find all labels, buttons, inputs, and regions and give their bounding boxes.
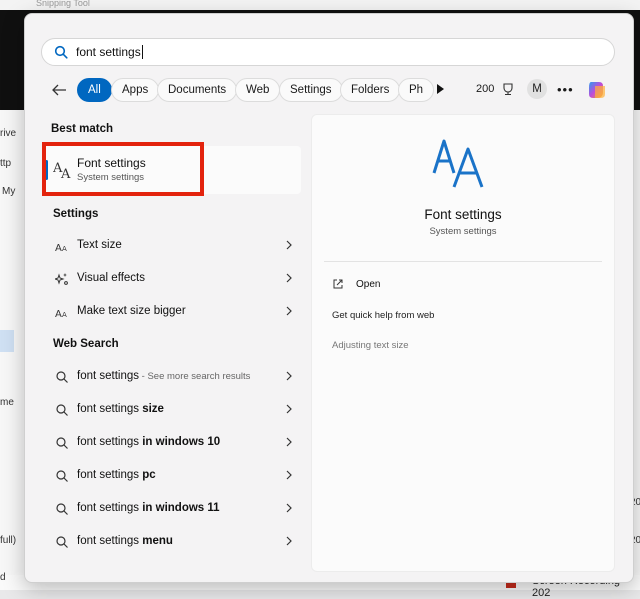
tab-photos[interactable]: Ph — [398, 78, 434, 102]
svg-text:A: A — [55, 243, 62, 253]
chevron-right-icon — [286, 404, 292, 414]
text-size-icon: A A — [55, 243, 67, 253]
background-window-title: Snipping Tool — [36, 0, 90, 8]
chevron-right-icon — [286, 306, 292, 316]
divider — [324, 261, 602, 262]
web-search-label: font settings - See more search results — [77, 370, 251, 382]
web-search-label: font settings in windows 11 — [77, 502, 220, 514]
preview-subtitle: System settings — [429, 226, 497, 237]
chevron-right-icon — [286, 273, 292, 283]
svg-text:A: A — [62, 311, 67, 319]
web-search-label: font settings in windows 10 — [77, 436, 221, 448]
tab-web[interactable]: Web — [235, 78, 281, 102]
preview-pane: Font settings System settings Open Get q… — [311, 114, 615, 572]
web-search-label: font settings menu — [77, 535, 173, 547]
search-panel: font settings All Apps Documents Web Set… — [24, 13, 634, 583]
chevron-right-icon — [286, 503, 292, 513]
chevron-right-icon — [286, 536, 292, 546]
chevron-right-icon — [286, 437, 292, 447]
web-search-item[interactable]: font settings - See more search results — [51, 362, 293, 392]
quick-help-link[interactable]: Get quick help from web — [332, 310, 434, 321]
web-search-item[interactable]: font settings menu — [51, 527, 293, 557]
tab-documents[interactable]: Documents — [157, 78, 238, 102]
background-left-label: ttp — [0, 158, 12, 169]
settings-item-label: Text size — [77, 239, 122, 251]
avatar[interactable]: M — [527, 79, 547, 99]
svg-text:A: A — [62, 245, 67, 253]
tab-all[interactable]: All — [77, 78, 112, 102]
tab-apps[interactable]: Apps — [111, 78, 160, 102]
open-external-icon — [333, 279, 343, 289]
more-filters-play-icon[interactable] — [437, 84, 444, 94]
copilot-icon[interactable] — [585, 78, 609, 102]
filter-bar: All Apps Documents Web Settings Folders … — [25, 76, 633, 104]
settings-item-make-text-bigger[interactable]: A A Make text size bigger — [51, 297, 293, 327]
web-search-item[interactable]: font settings size — [51, 395, 293, 425]
search-icon — [56, 536, 68, 548]
settings-item-label: Make text size bigger — [77, 305, 186, 317]
tab-settings[interactable]: Settings — [279, 78, 343, 102]
chevron-right-icon — [286, 470, 292, 480]
chevron-right-icon — [286, 371, 292, 381]
tab-folders[interactable]: Folders — [340, 78, 401, 102]
preview-title: Font settings — [424, 207, 502, 222]
text-caret — [141, 45, 143, 60]
chevron-right-icon — [286, 240, 292, 250]
search-icon — [56, 470, 68, 482]
back-arrow-icon[interactable] — [51, 83, 67, 97]
annotation-highlight-box — [42, 142, 204, 196]
search-icon — [56, 437, 68, 449]
search-icon — [56, 503, 68, 515]
background-left-label: rive — [0, 128, 17, 139]
web-search-label: font settings pc — [77, 469, 156, 481]
text-size-icon: A A — [55, 309, 67, 319]
settings-item-visual-effects[interactable]: Visual effects — [51, 264, 293, 294]
more-options-icon[interactable]: ••• — [557, 82, 574, 97]
search-box[interactable]: font settings — [41, 38, 615, 66]
background-left-label: me — [0, 397, 14, 408]
web-search-item[interactable]: font settings pc — [51, 461, 293, 491]
background-left-label: full) — [0, 535, 17, 546]
background-left-label: d — [0, 572, 6, 583]
web-search-label: font settings size — [77, 403, 164, 415]
trophy-icon[interactable] — [501, 82, 515, 96]
visual-effects-icon — [55, 273, 68, 285]
background-window-titlebar: Snipping Tool — [0, 0, 640, 10]
search-input[interactable]: font settings — [76, 45, 143, 60]
open-label: Open — [356, 279, 381, 290]
related-link[interactable]: Adjusting text size — [332, 340, 409, 351]
background-left-label: My — [2, 186, 16, 197]
best-match-heading: Best match — [51, 123, 113, 135]
search-icon — [54, 45, 68, 59]
settings-item-text-size[interactable]: A A Text size — [51, 231, 293, 261]
search-icon — [56, 404, 68, 416]
settings-heading: Settings — [53, 208, 99, 220]
settings-item-label: Visual effects — [77, 272, 145, 284]
font-settings-large-icon — [432, 139, 484, 188]
svg-text:A: A — [55, 309, 62, 319]
background-left-selection — [0, 330, 14, 352]
web-search-heading: Web Search — [53, 338, 119, 350]
web-search-item[interactable]: font settings in windows 11 — [51, 494, 293, 524]
rewards-points: 200 — [476, 83, 495, 95]
web-search-item[interactable]: font settings in windows 10 — [51, 428, 293, 458]
search-icon — [56, 371, 68, 383]
